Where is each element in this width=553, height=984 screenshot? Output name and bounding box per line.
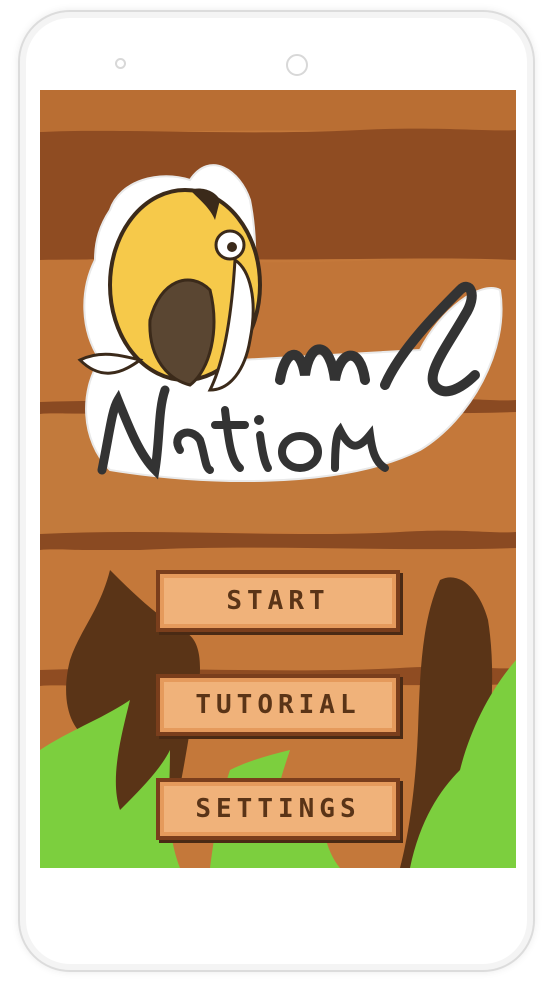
sensor-dot: [115, 58, 126, 69]
game-logo: [77, 164, 503, 483]
settings-button-label: SETTINGS: [195, 794, 361, 824]
tutorial-button[interactable]: TUTORIAL: [156, 674, 400, 736]
start-button-label: START: [226, 586, 330, 616]
start-button[interactable]: START: [156, 570, 400, 632]
front-camera: [286, 54, 308, 76]
tutorial-button-label: TUTORIAL: [195, 690, 361, 720]
game-screen: START TUTORIAL SETTINGS: [40, 90, 516, 868]
settings-button[interactable]: SETTINGS: [156, 778, 400, 840]
